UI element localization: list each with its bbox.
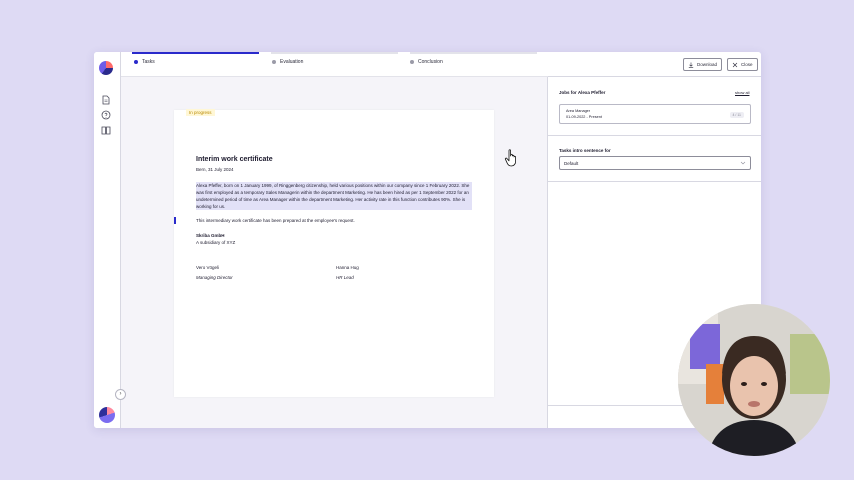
- sidebar-toggle-button[interactable]: ›: [115, 389, 126, 400]
- select-value: Default: [564, 161, 579, 166]
- signatory-name: Vero Vögeli: [196, 265, 220, 270]
- panel-divider: [548, 181, 761, 182]
- step-label: Conclusion: [418, 59, 443, 65]
- step-track-tasks: [132, 52, 259, 54]
- document-area: Tasks Evaluation Conclusion In progress …: [115, 52, 548, 428]
- certificate-page: In progress Interim work certificate Ber…: [174, 109, 494, 397]
- certificate-paragraph[interactable]: Alexa Pfeffer, born on 1 January 1999, o…: [196, 182, 472, 210]
- download-button[interactable]: Download: [683, 58, 723, 71]
- signatory-name: Hanna Hug: [336, 265, 359, 270]
- signatory-role: Managing Director: [196, 275, 233, 280]
- close-icon: [732, 62, 738, 68]
- step-progress: Tasks Evaluation Conclusion: [121, 52, 548, 77]
- document-icon[interactable]: [101, 95, 111, 105]
- company-name: Skriba GmbH: [196, 233, 225, 238]
- step-dot-icon: [410, 60, 414, 64]
- step-track-evaluation: [271, 52, 398, 54]
- book-icon[interactable]: [101, 125, 111, 135]
- app-logo[interactable]: [99, 61, 113, 75]
- close-label: Close: [741, 62, 753, 67]
- company-subsidiary: A subsidiary of XYZ: [196, 240, 236, 245]
- close-button[interactable]: Close: [727, 58, 758, 71]
- step-label: Evaluation: [280, 59, 304, 65]
- signatory-2: Hanna Hug HR Lead: [336, 265, 359, 280]
- app-window: Tasks Evaluation Conclusion In progress …: [94, 52, 761, 428]
- paragraph-marker: [174, 217, 176, 224]
- user-avatar[interactable]: [99, 407, 115, 423]
- help-icon[interactable]: [101, 110, 111, 120]
- job-title: Area Manager: [566, 109, 591, 113]
- signatory-1: Vero Vögeli Managing Director: [196, 265, 233, 280]
- step-label: Tasks: [142, 59, 155, 65]
- signatory-role: HR Lead: [336, 275, 354, 280]
- left-rail: [94, 52, 121, 428]
- status-badge: In progress: [186, 109, 215, 116]
- step-dot-icon: [272, 60, 276, 64]
- step-evaluation[interactable]: Evaluation: [272, 59, 303, 65]
- step-conclusion[interactable]: Conclusion: [410, 59, 443, 65]
- panel-divider: [548, 135, 761, 136]
- panel-header: Download Close: [548, 52, 761, 77]
- certificate-title: Interim work certificate: [196, 156, 273, 163]
- certificate-statement[interactable]: This intermediary work certificate has b…: [196, 218, 355, 223]
- webcam-overlay: [678, 304, 830, 456]
- show-all-link[interactable]: show all: [735, 90, 749, 95]
- download-label: Download: [697, 62, 718, 67]
- step-tasks[interactable]: Tasks: [134, 59, 155, 65]
- tasks-intro-select[interactable]: Default: [559, 156, 751, 170]
- job-count-badge: 4 / 11: [729, 112, 744, 118]
- hand-cursor-icon: [504, 148, 520, 168]
- chevron-down-icon: [740, 160, 746, 166]
- jobs-title: Jobs for Alexa Pfeffer: [559, 90, 606, 95]
- step-dot-icon: [134, 60, 138, 64]
- step-track-conclusion: [410, 52, 537, 54]
- download-icon: [688, 62, 694, 68]
- place-date: Bern, 31 July 2024: [196, 167, 234, 172]
- job-card[interactable]: Area Manager 01-09-2022 - Present 4 / 11: [559, 104, 751, 124]
- tasks-title: Tasks intro sentence for: [559, 148, 611, 153]
- job-dates: 01-09-2022 - Present: [566, 115, 602, 119]
